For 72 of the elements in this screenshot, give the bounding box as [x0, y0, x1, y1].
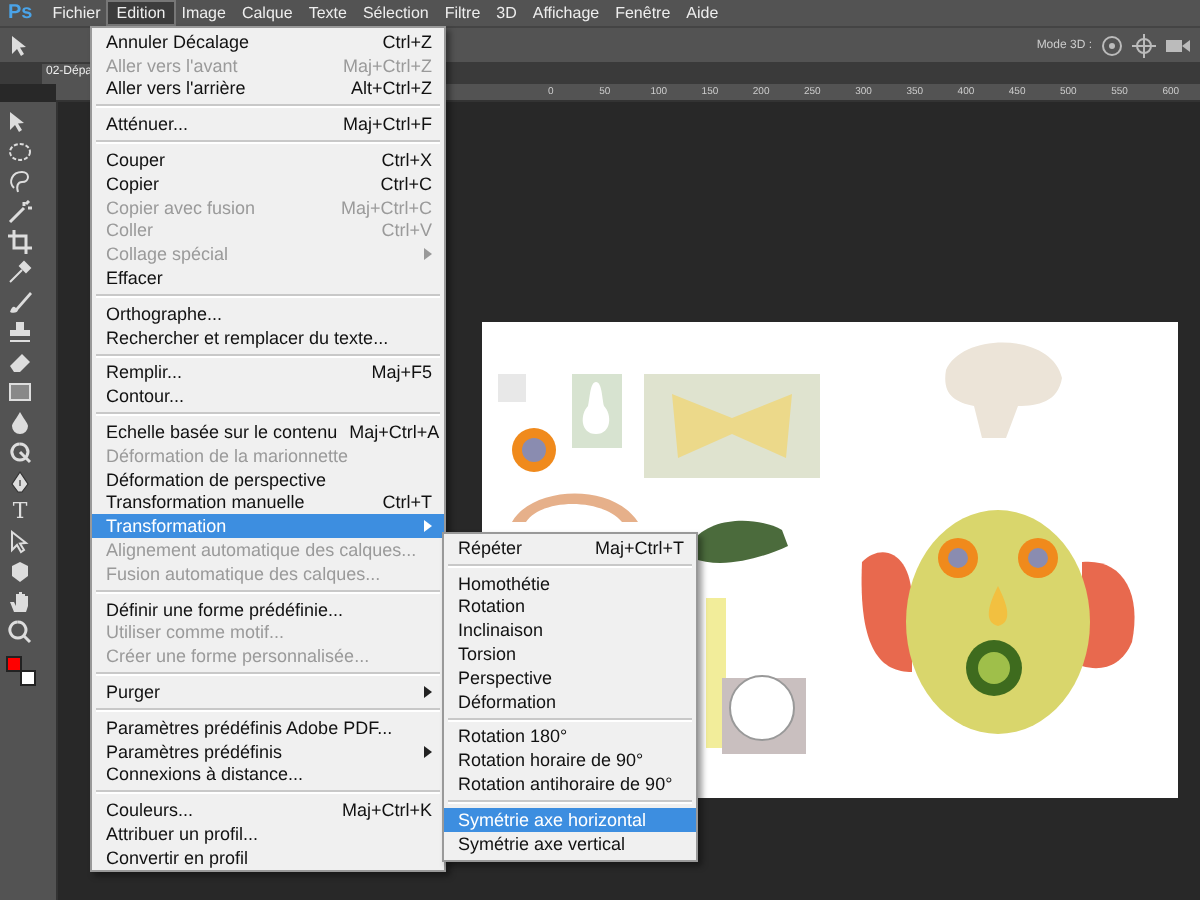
- eraser-tool-icon[interactable]: [8, 350, 32, 374]
- menu-item[interactable]: Couleurs... Maj+Ctrl+K: [92, 798, 444, 823]
- brush-tool-icon[interactable]: [8, 290, 32, 314]
- menu-item[interactable]: Transformation manuelle Ctrl+T: [92, 491, 444, 515]
- submenu-arrow-icon: [424, 686, 432, 699]
- marquee-tool-icon[interactable]: [8, 140, 32, 164]
- menu-item[interactable]: Contour...: [92, 384, 444, 409]
- menu-item[interactable]: Rotation horaire de 90°: [444, 748, 696, 773]
- menu-item[interactable]: Attribuer un profil...: [92, 822, 444, 846]
- menu-item[interactable]: Echelle basée sur le contenu Maj+Ctrl+A: [92, 420, 444, 444]
- crosshair-icon[interactable]: [1132, 33, 1156, 57]
- menu-item[interactable]: Rotation 180°: [444, 725, 696, 749]
- menu-bar-item[interactable]: Fenêtre: [607, 2, 679, 24]
- text-tool-icon[interactable]: T: [12, 500, 28, 524]
- background-color-swatch[interactable]: [20, 670, 36, 686]
- menu-item[interactable]: Définir une forme prédéfinie...: [92, 597, 444, 622]
- menu-item[interactable]: Orthographe...: [92, 301, 444, 326]
- submenu-arrow-icon: [424, 520, 432, 533]
- pen-tool-icon[interactable]: [8, 470, 32, 494]
- shape-tool-icon[interactable]: [8, 560, 32, 584]
- zoom-tool-icon[interactable]: [8, 620, 32, 644]
- menu-bar-item[interactable]: Texte: [300, 2, 355, 24]
- circle-tile-drawing: [722, 675, 806, 754]
- path-tool-icon[interactable]: [8, 530, 32, 554]
- menu-item[interactable]: Paramètres prédéfinis: [92, 739, 444, 764]
- menu-item[interactable]: Déformation de perspective: [92, 467, 444, 492]
- menu-item[interactable]: Couper Ctrl+X: [92, 148, 444, 172]
- orbit-icon[interactable]: [1100, 33, 1124, 57]
- menu-bar-item[interactable]: Sélection: [354, 2, 437, 24]
- menu-item[interactable]: Déformation: [444, 689, 696, 714]
- eye-slice-drawing: [512, 428, 556, 472]
- menu-item[interactable]: Inclinaison: [444, 618, 696, 643]
- menu-bar-item[interactable]: Affichage: [524, 2, 608, 24]
- menu-item[interactable]: Remplir... Maj+F5: [92, 361, 444, 385]
- menu-item[interactable]: Rotation: [444, 595, 696, 619]
- gradient-tool-icon[interactable]: [8, 380, 32, 404]
- menu-bar-item[interactable]: 3D: [488, 2, 525, 24]
- foreground-color-swatch[interactable]: [6, 656, 22, 672]
- menu-bar-item[interactable]: Edition: [108, 2, 174, 24]
- menu-item[interactable]: Annuler Décalage Ctrl+Z: [92, 30, 444, 54]
- hand-tool-icon[interactable]: [8, 590, 32, 614]
- submenu-arrow-icon: [424, 248, 432, 261]
- menu-bar-item[interactable]: Filtre: [436, 2, 489, 24]
- onion-ring-drawing: [512, 493, 638, 522]
- stamp-tool-icon[interactable]: [8, 320, 32, 344]
- menu-bar-item[interactable]: Image: [173, 2, 234, 24]
- drop-tool-icon[interactable]: [8, 410, 32, 434]
- menu-item[interactable]: Connexions à distance...: [92, 763, 444, 787]
- menu-item[interactable]: Rechercher et remplacer du texte...: [92, 325, 444, 350]
- menu-item[interactable]: Homothétie: [444, 571, 696, 596]
- menu-item[interactable]: Répéter Maj+Ctrl+T: [444, 536, 696, 560]
- crop-tool-icon[interactable]: [8, 230, 32, 254]
- pear-cutout-drawing: [572, 374, 622, 448]
- menu-bar-item[interactable]: Fichier: [44, 2, 109, 24]
- app-logo: Ps: [6, 2, 35, 24]
- menu-item[interactable]: Purger: [92, 680, 444, 704]
- menu-bar-item[interactable]: Aide: [678, 2, 727, 24]
- wand-tool-icon[interactable]: [8, 200, 32, 224]
- menu-item[interactable]: Symétrie axe vertical: [444, 831, 696, 856]
- menu-item[interactable]: Copier Ctrl+C: [92, 171, 444, 196]
- menu-item[interactable]: Rotation antihoraire de 90°: [444, 772, 696, 796]
- menu-item[interactable]: Torsion: [444, 642, 696, 666]
- menu-item[interactable]: Perspective: [444, 665, 696, 690]
- menu-item[interactable]: Atténuer... Maj+Ctrl+F: [92, 112, 444, 137]
- menu-item[interactable]: Paramètres prédéfinis Adobe PDF...: [92, 715, 444, 740]
- menu-bar-item[interactable]: Calque: [233, 2, 301, 24]
- menu-item[interactable]: Aller vers l'arrière Alt+Ctrl+Z: [92, 77, 444, 101]
- leaf-drawing: [692, 520, 788, 563]
- menu-item[interactable]: Convertir en profil: [92, 845, 444, 870]
- submenu-arrow-icon: [424, 745, 432, 758]
- menu-item[interactable]: Effacer: [92, 266, 444, 290]
- lasso-tool-icon[interactable]: [8, 170, 32, 194]
